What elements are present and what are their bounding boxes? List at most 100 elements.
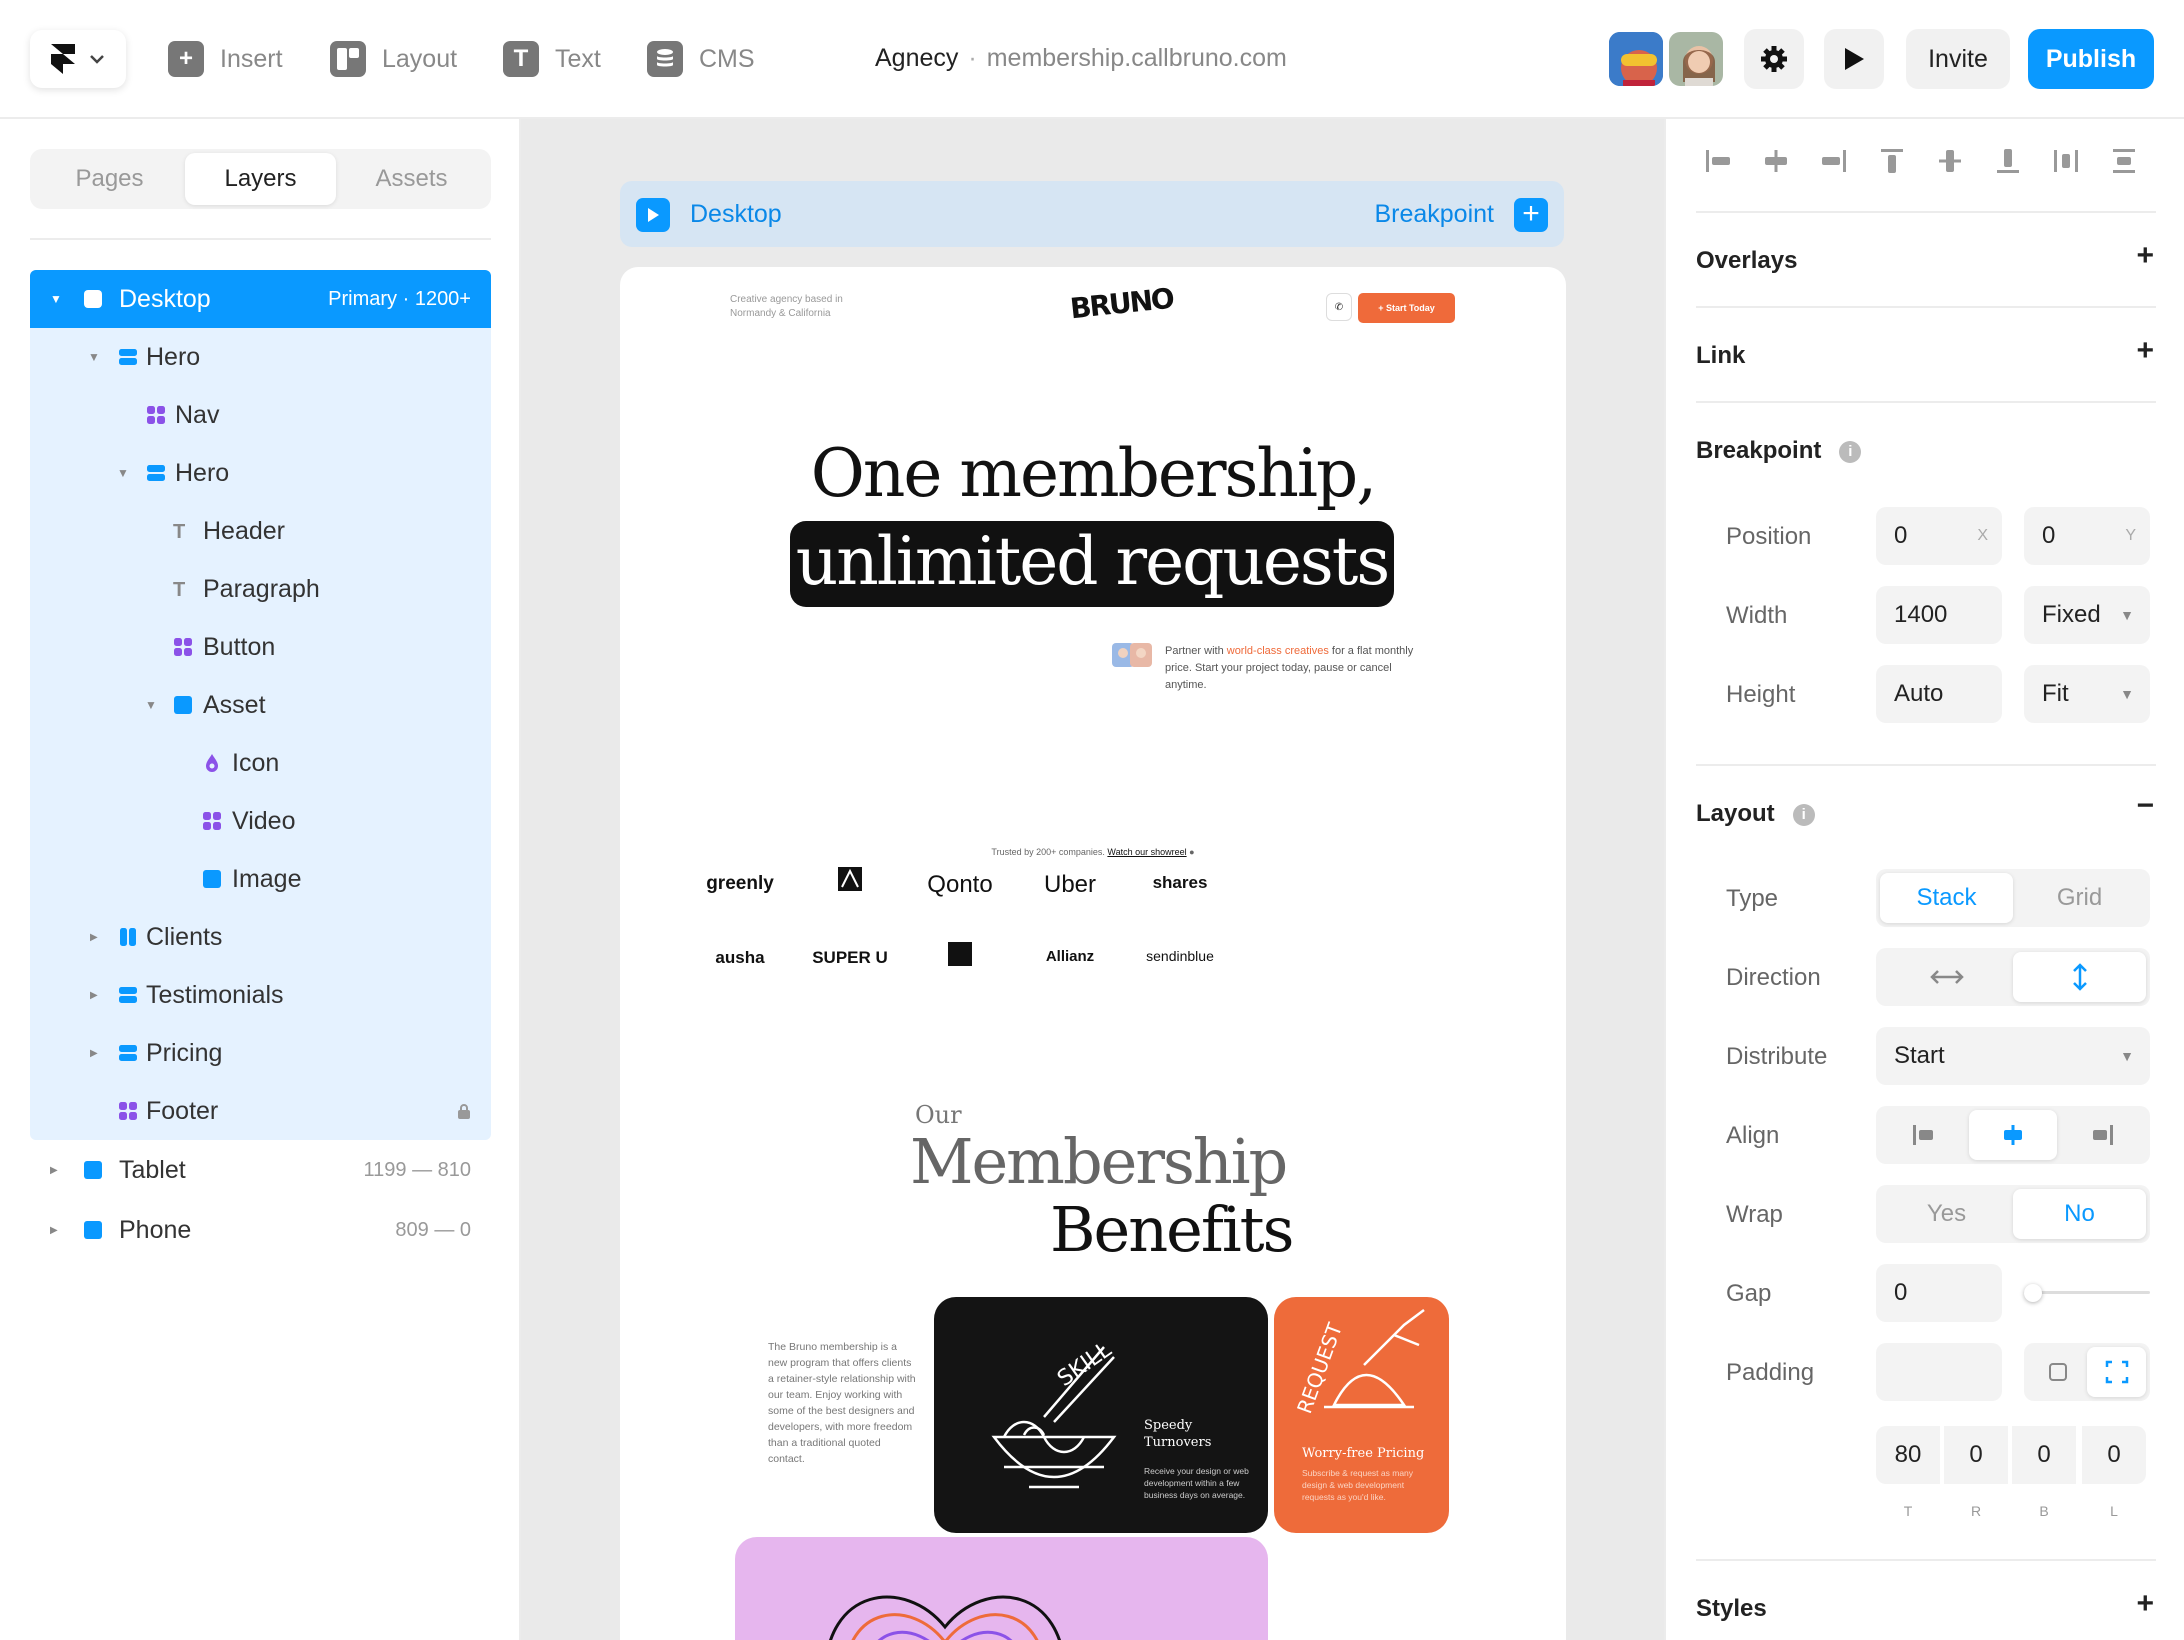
layer-hero[interactable]: ▼ Hero — [30, 328, 491, 386]
text-tool[interactable]: T Text — [503, 38, 601, 80]
chevron-right-icon[interactable]: ▶ — [90, 990, 98, 1001]
layer-hero[interactable]: ▼ Hero — [30, 444, 491, 502]
wrap-yes-option[interactable]: Yes — [1880, 1189, 2013, 1239]
layer-desktop[interactable]: ▼ Desktop Primary · 1200+ — [30, 270, 491, 328]
add-overlay-button[interactable]: + — [2136, 239, 2154, 273]
align-top-icon[interactable] — [1870, 139, 1914, 183]
padding-bottom-input[interactable]: 0 — [2012, 1426, 2076, 1484]
padding-uniform-option[interactable] — [2028, 1347, 2087, 1397]
layer-clients[interactable]: ▶ Clients — [30, 908, 491, 966]
tab-pages[interactable]: Pages — [34, 153, 185, 205]
layer-testimonials[interactable]: ▶ Testimonials — [30, 966, 491, 1024]
preview-breakpoint-button[interactable] — [636, 198, 670, 232]
padding-input[interactable] — [1876, 1343, 2002, 1401]
layout-tool[interactable]: Layout — [330, 38, 457, 80]
info-icon[interactable]: i — [1839, 441, 1862, 463]
start-today-button[interactable]: + Start Today — [1358, 293, 1455, 323]
avatar[interactable] — [1606, 29, 1666, 89]
layer-image[interactable]: Image — [30, 850, 491, 908]
type-stack-option[interactable]: Stack — [1880, 873, 2013, 923]
tab-layers[interactable]: Layers — [185, 153, 336, 205]
add-breakpoint-button[interactable]: + — [1514, 198, 1548, 232]
distribute-select[interactable]: Start ▼ — [1876, 1027, 2150, 1085]
padding-side-label: B — [2039, 1503, 2049, 1519]
phone-icon[interactable]: ✆ — [1326, 293, 1352, 321]
chevron-down-icon[interactable]: ▼ — [88, 350, 100, 364]
type-grid-option[interactable]: Grid — [2013, 873, 2146, 923]
stack-icon — [119, 987, 137, 1003]
stack-icon — [119, 1045, 137, 1061]
align-center-option[interactable] — [1968, 1110, 2058, 1160]
align-right-icon[interactable] — [1812, 139, 1856, 183]
insert-tool[interactable]: + Insert — [168, 38, 283, 80]
gap-slider-thumb[interactable] — [2024, 1284, 2042, 1302]
layer-video[interactable]: Video — [30, 792, 491, 850]
chevron-right-icon[interactable]: ▶ — [50, 1165, 58, 1176]
frame-icon — [84, 290, 102, 308]
chevron-right-icon[interactable]: ▶ — [90, 932, 98, 943]
layer-nav[interactable]: Nav — [30, 386, 491, 444]
preview-button[interactable] — [1824, 29, 1884, 89]
invite-button[interactable]: Invite — [1906, 29, 2010, 89]
divider — [30, 238, 491, 240]
breakpoint-bar[interactable]: Desktop Breakpoint + — [620, 181, 1564, 247]
project-name: Agnecy — [875, 44, 959, 72]
info-icon[interactable]: i — [1792, 804, 1815, 826]
chevron-right-icon[interactable]: ▶ — [50, 1225, 58, 1236]
align-middle-icon[interactable] — [1928, 139, 1972, 183]
height-input[interactable]: Auto — [1876, 665, 2002, 723]
layer-tablet[interactable]: ▶ Tablet 1199 — 810 — [30, 1141, 491, 1199]
add-breakpoint-label[interactable]: Breakpoint — [1374, 200, 1494, 229]
position-x-input[interactable]: 0X — [1876, 507, 2002, 565]
settings-button[interactable] — [1744, 29, 1804, 89]
layer-asset[interactable]: ▼ Asset — [30, 676, 491, 734]
padding-top-input[interactable]: 80 — [1876, 1426, 1940, 1484]
align-bottom-icon[interactable] — [1986, 139, 2030, 183]
wrap-no-option[interactable]: No — [2013, 1189, 2146, 1239]
collapse-layout-button[interactable]: − — [2136, 789, 2154, 823]
project-title[interactable]: Agnecy · membership.callbruno.com — [875, 44, 1287, 73]
width-mode-select[interactable]: Fixed ▼ — [2024, 586, 2150, 644]
layer-name: Asset — [203, 690, 266, 719]
align-end-option[interactable] — [2057, 1110, 2146, 1160]
layer-button[interactable]: Button — [30, 618, 491, 676]
layer-icon[interactable]: Icon — [30, 734, 491, 792]
publish-button[interactable]: Publish — [2028, 29, 2154, 89]
distribute-horizontal-icon[interactable] — [2044, 139, 2088, 183]
height-mode-select[interactable]: Fit ▼ — [2024, 665, 2150, 723]
add-style-button[interactable]: + — [2136, 1587, 2154, 1621]
canvas[interactable]: Desktop Breakpoint + Creative agency bas… — [521, 119, 1664, 1640]
align-left-icon[interactable] — [1696, 139, 1740, 183]
chevron-down-icon[interactable]: ▼ — [145, 698, 157, 712]
cms-tool[interactable]: CMS — [647, 38, 755, 80]
direction-vertical-option[interactable] — [2013, 952, 2146, 1002]
gap-input[interactable]: 0 — [1876, 1264, 2002, 1322]
lock-icon[interactable] — [457, 1103, 471, 1119]
align-center-h-icon[interactable] — [1754, 139, 1798, 183]
distribute-vertical-icon[interactable] — [2102, 139, 2146, 183]
layer-header[interactable]: T Header — [30, 502, 491, 560]
chevron-down-icon[interactable]: ▼ — [50, 292, 62, 306]
padding-left-input[interactable]: 0 — [2082, 1426, 2146, 1484]
add-link-button[interactable]: + — [2136, 334, 2154, 368]
desktop-frame[interactable]: Creative agency based in Normandy & Cali… — [620, 267, 1566, 1640]
tab-assets[interactable]: Assets — [336, 153, 487, 205]
chevron-right-icon[interactable]: ▶ — [90, 1048, 98, 1059]
layer-paragraph[interactable]: T Paragraph — [30, 560, 491, 618]
position-y-input[interactable]: 0Y — [2024, 507, 2150, 565]
align-start-option[interactable] — [1880, 1110, 1969, 1160]
overlays-heading: Overlays — [1696, 247, 1798, 274]
layer-footer[interactable]: Footer — [30, 1082, 491, 1140]
avatar[interactable] — [1666, 29, 1726, 89]
layer-phone[interactable]: ▶ Phone 809 — 0 — [30, 1201, 491, 1259]
direction-horizontal-option[interactable] — [1880, 952, 2013, 1002]
padding-right-input[interactable]: 0 — [1944, 1426, 2008, 1484]
gap-slider-track[interactable] — [2024, 1291, 2150, 1294]
width-input[interactable]: 1400 — [1876, 586, 2002, 644]
project-menu-button[interactable] — [30, 30, 126, 88]
layer-pricing[interactable]: ▶ Pricing — [30, 1024, 491, 1082]
layer-meta: 809 — 0 — [395, 1218, 471, 1241]
chevron-down-icon[interactable]: ▼ — [117, 466, 129, 480]
showreel-link[interactable]: Watch our showreel — [1107, 847, 1186, 857]
padding-individual-option[interactable] — [2087, 1347, 2146, 1397]
